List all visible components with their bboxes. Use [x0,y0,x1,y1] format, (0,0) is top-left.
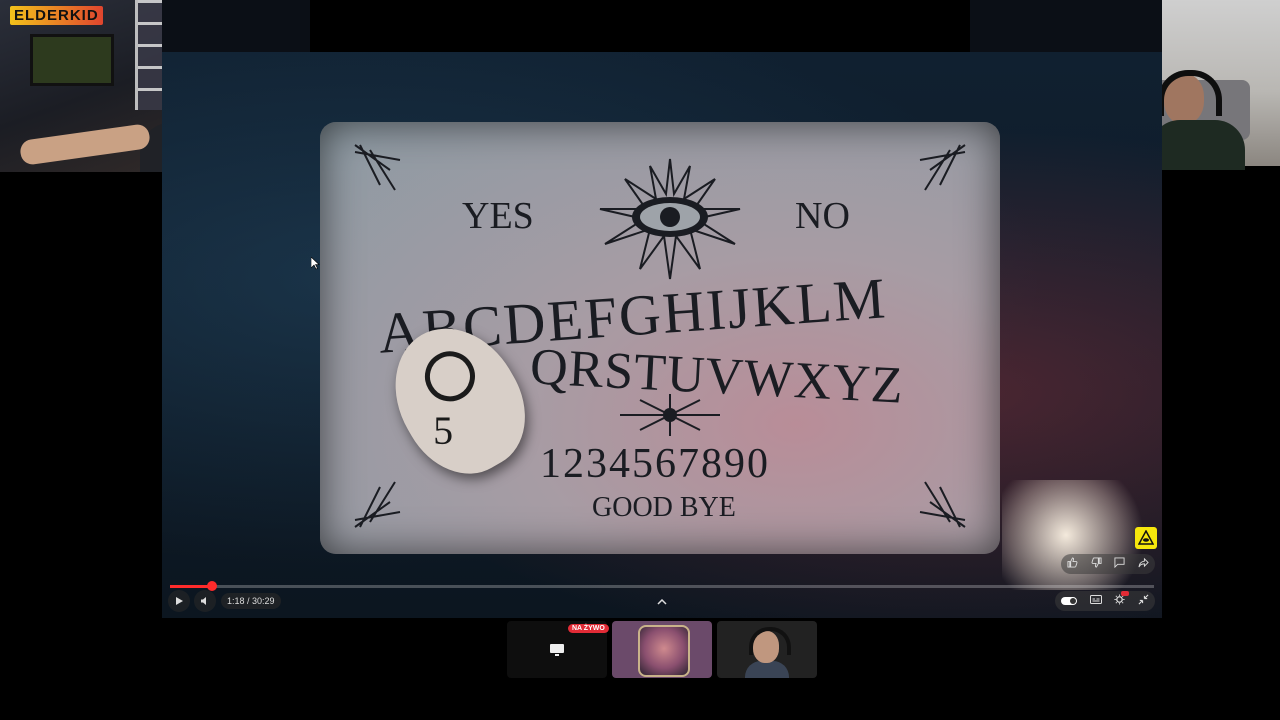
participant-tile-cam[interactable] [717,621,817,678]
board-goodbye: GOOD BYE [592,492,736,523]
volume-button[interactable] [194,590,216,612]
thumbs-up-icon[interactable] [1067,557,1078,571]
autoplay-toggle-icon[interactable] [1061,597,1078,605]
mouse-cursor-icon [311,257,320,270]
thumbs-down-icon[interactable] [1091,557,1102,571]
volume-icon [200,597,206,605]
video-actions-bar [1061,554,1155,574]
eye-badge-button[interactable] [1135,527,1157,549]
corner-ornament-icon [354,144,401,191]
participant-tile-avatar[interactable] [612,621,712,678]
player-settings-bar [1055,591,1155,611]
play-button[interactable] [168,590,190,612]
video-player[interactable]: YES NO ABCDEFGHIJKLM QRSTUVWXYZ 12345678… [162,0,1162,618]
chevron-up-icon [657,599,667,605]
planchette-digit: 5 [433,408,454,454]
channel-logo: ELDERKID [10,6,103,25]
subtitles-icon[interactable] [1089,595,1102,607]
board-numbers: 1234567890 [540,441,770,487]
background-monitor [30,34,114,86]
eye-triangle-icon [1138,530,1154,545]
guest-person [1150,70,1245,170]
screen-share-icon [550,643,564,656]
comment-icon[interactable] [1114,557,1125,571]
avatar [638,625,690,677]
expand-button[interactable] [654,594,670,610]
sun-icon [620,394,720,436]
streamer-arm [18,123,152,166]
progress-fill [170,585,213,588]
corner-ornament-icon [919,144,966,191]
board-yes: YES [462,195,534,237]
minimize-icon[interactable] [1138,594,1149,608]
hd-badge [1121,591,1130,596]
gear-icon[interactable] [1114,591,1130,608]
play-icon [176,597,183,605]
corner-ornament-icon [919,481,966,528]
progress-bar[interactable] [170,581,1154,591]
share-icon[interactable] [1138,557,1149,571]
letterbox [310,0,970,52]
time-display: 1:18 / 30:29 [221,593,281,609]
board-no: NO [795,195,850,237]
live-badge: NA ŻYWO [568,624,609,633]
corner-ornament-icon [354,481,401,528]
eye-icon [599,158,741,280]
